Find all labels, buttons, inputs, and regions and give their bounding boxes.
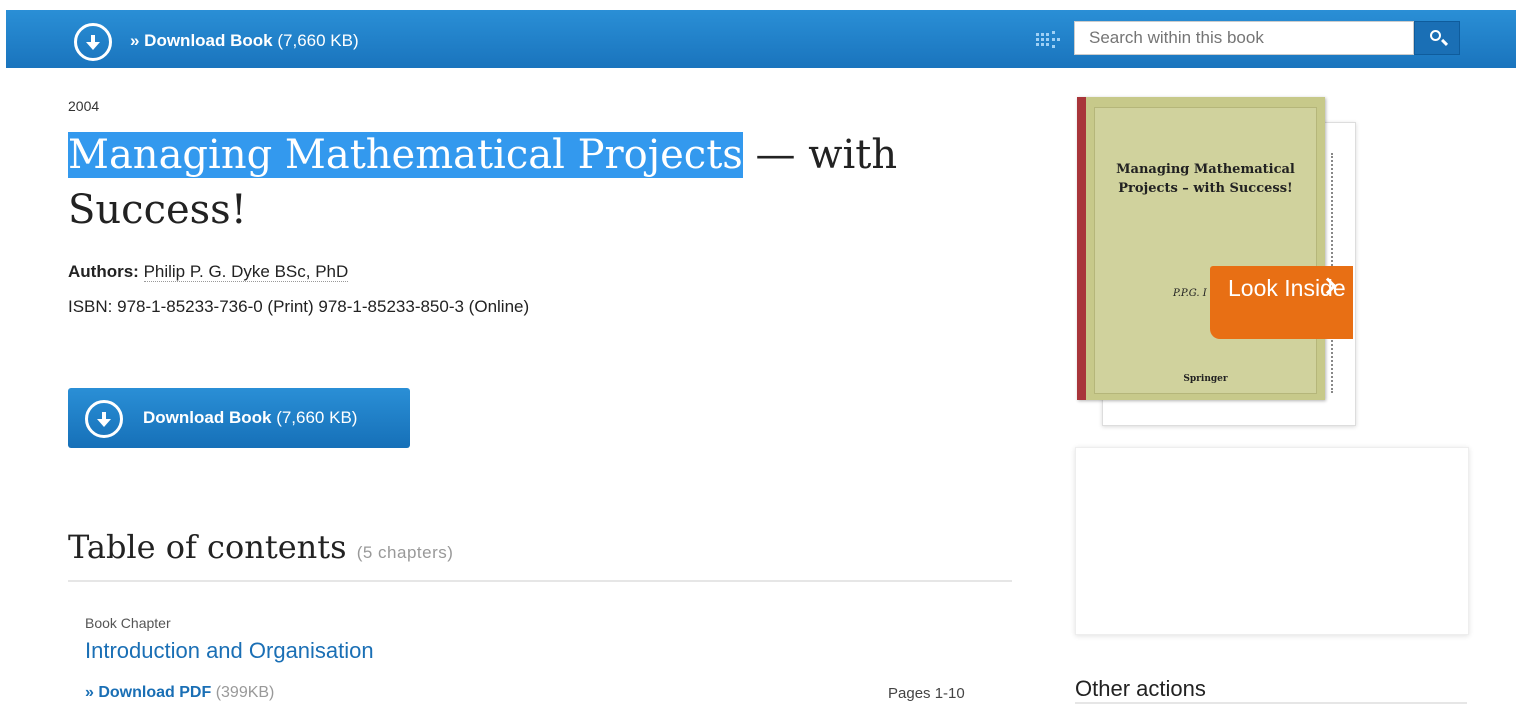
top-download-link[interactable]: » Download Book (7,660 KB): [130, 31, 359, 51]
download-button-label: Download Book (7,660 KB): [143, 408, 357, 428]
look-inside-button[interactable]: Look Inside: [1210, 266, 1353, 339]
chapter-title-link[interactable]: Introduction and Organisation: [85, 638, 374, 664]
book-cover-image[interactable]: Managing Mathematical Projects – with Su…: [1077, 97, 1325, 400]
toc-title: Table of contents: [68, 528, 347, 566]
top-download-label[interactable]: » Download Book: [130, 31, 273, 50]
top-bar: » Download Book (7,660 KB): [6, 10, 1516, 68]
cover-title: Managing Mathematical Projects – with Su…: [1116, 162, 1295, 196]
chapter-type: Book Chapter: [85, 615, 171, 631]
grip-icon: [1036, 29, 1062, 49]
toc-heading: Table of contents (5 chapters): [68, 528, 453, 566]
search-button[interactable]: [1414, 21, 1460, 55]
page-title: Managing Mathematical Projects — with Su…: [68, 128, 998, 238]
search-icon: [1430, 30, 1441, 41]
download-icon[interactable]: [74, 23, 112, 61]
authors-line: Authors: Philip P. G. Dyke BSc, PhD: [68, 262, 349, 282]
cover-author: P.P.G. I: [1173, 288, 1207, 299]
authors-label: Authors:: [68, 262, 139, 281]
chapter-download-pdf-link[interactable]: » Download PDF (399KB): [85, 684, 274, 702]
divider: [1075, 702, 1467, 704]
download-icon: [85, 400, 123, 438]
top-download-size: (7,660 KB): [277, 31, 359, 50]
search-input[interactable]: [1074, 21, 1414, 55]
download-pdf-label[interactable]: » Download PDF: [85, 684, 211, 701]
publication-year: 2004: [68, 98, 100, 114]
cover-publisher: Springer: [1183, 374, 1228, 384]
download-button-text: Download Book: [143, 408, 272, 427]
download-book-button[interactable]: Download Book (7,660 KB): [68, 388, 410, 448]
title-highlighted: Managing Mathematical Projects: [68, 132, 743, 178]
download-pdf-size: (399KB): [215, 684, 275, 701]
sidebar-panel: [1075, 447, 1469, 635]
divider: [68, 580, 1012, 582]
isbn-line: ISBN: 978-1-85233-736-0 (Print) 978-1-85…: [68, 297, 530, 316]
author-link[interactable]: Philip P. G. Dyke BSc, PhD: [143, 262, 349, 282]
chapter-pages: Pages 1-10: [888, 685, 965, 702]
download-button-size: (7,660 KB): [276, 408, 358, 427]
other-actions-heading: Other actions: [1075, 676, 1206, 701]
toc-chapter-count: (5 chapters): [356, 543, 454, 562]
